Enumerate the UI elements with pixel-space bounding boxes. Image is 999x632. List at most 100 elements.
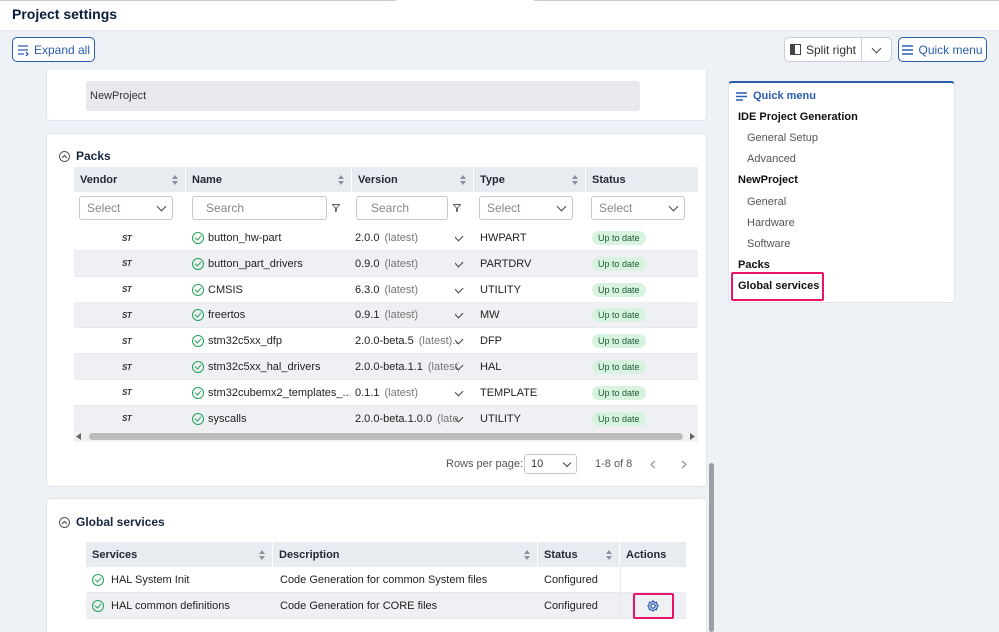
- check-circle-icon: [192, 386, 204, 399]
- pack-row[interactable]: ST stm32c5xx_dfp 2.0.0-beta.5 (latest)... DF…: [74, 328, 698, 355]
- pack-row[interactable]: ST CMSIS 6.3.0 (latest) UTILITY Up to date: [74, 277, 698, 303]
- version-dropdown[interactable]: [455, 354, 469, 380]
- packs-table-header: Vendor Name Version Type Status: [74, 167, 698, 192]
- version-dropdown[interactable]: [455, 302, 469, 328]
- col-vendor-label: Vendor: [80, 173, 118, 186]
- status-badge: Up to date: [592, 411, 646, 426]
- pagination-range: 1-8 of 8: [595, 458, 633, 470]
- col-description-label: Description: [279, 548, 340, 561]
- next-page-icon[interactable]: [681, 460, 687, 469]
- col-description[interactable]: Description: [273, 542, 538, 567]
- check-circle-icon: [192, 412, 204, 425]
- collapse-icon: [59, 150, 70, 162]
- prev-page-icon[interactable]: [650, 460, 656, 469]
- service-description: Code Generation for common System files: [280, 574, 488, 586]
- col-services[interactable]: Services: [86, 542, 273, 567]
- pack-name: freertos: [208, 309, 246, 322]
- version-dropdown[interactable]: [455, 251, 469, 277]
- status-filter-select[interactable]: Select: [591, 196, 685, 220]
- quick-menu-item[interactable]: Packs: [738, 259, 770, 271]
- pack-row[interactable]: STsyscalls2.0.0-beta.1.0.0(latest)...UTI…: [74, 405, 698, 432]
- chevron-down-icon: [455, 283, 464, 294]
- sort-icon: [460, 174, 467, 185]
- pack-row[interactable]: ST stm32c5xx_hal_drivers 2.0.0-beta.1.1 (la…: [74, 354, 698, 380]
- sort-icon: [172, 174, 179, 185]
- scroll-left-icon[interactable]: [76, 433, 81, 440]
- version-dropdown[interactable]: [455, 328, 469, 354]
- check-circle-icon: [92, 574, 104, 586]
- version-dropdown[interactable]: [455, 406, 469, 432]
- status-badge: Up to date: [592, 385, 646, 400]
- col-version[interactable]: Version: [352, 167, 474, 192]
- st-logo-icon: ST: [122, 336, 132, 346]
- vendor-filter-value: Select: [87, 201, 121, 215]
- pack-version: 0.9.0: [355, 257, 380, 270]
- version-dropdown[interactable]: [455, 277, 469, 303]
- pack-version: 2.0.0: [355, 232, 380, 244]
- col-vendor[interactable]: Vendor: [74, 167, 186, 192]
- service-row[interactable]: HAL common definitions Code Generation f…: [86, 593, 686, 619]
- split-right-button[interactable]: Split right: [784, 37, 862, 62]
- quick-menu-item[interactable]: IDE Project Generation: [738, 111, 858, 123]
- chevron-down-icon: [455, 334, 464, 345]
- rows-per-page-select[interactable]: 10: [524, 454, 577, 474]
- col-actions: Actions: [620, 542, 686, 567]
- expand-all-button[interactable]: Expand all: [12, 37, 95, 62]
- quick-menu-item[interactable]: Advanced: [747, 153, 796, 165]
- latest-tag: (latest): [384, 257, 419, 270]
- col-service-status-label: Status: [544, 548, 578, 561]
- status-badge: Up to date: [592, 334, 646, 349]
- quick-menu-item[interactable]: General: [747, 196, 786, 208]
- project-name-field[interactable]: NewProject: [86, 81, 640, 111]
- quick-menu-item[interactable]: Software: [747, 238, 790, 250]
- type-filter-select[interactable]: Select: [479, 196, 573, 220]
- pack-version: 6.3.0: [355, 283, 380, 296]
- col-version-label: Version: [358, 173, 398, 186]
- status-badge: Up to date: [592, 256, 646, 271]
- col-type-label: Type: [480, 173, 505, 186]
- filter-icon[interactable]: [453, 204, 461, 212]
- quick-menu-title[interactable]: Quick menu: [736, 90, 816, 102]
- collapse-icon: [59, 516, 70, 528]
- packs-header[interactable]: Packs: [59, 149, 111, 163]
- vendor-filter-select[interactable]: Select: [79, 196, 173, 220]
- horizontal-scrollbar-thumb[interactable]: [89, 433, 683, 440]
- status-badge: Up to date: [592, 308, 646, 323]
- quick-menu-item[interactable]: General Setup: [747, 132, 818, 144]
- quick-menu-item[interactable]: NewProject: [738, 174, 798, 186]
- vertical-scrollbar-thumb[interactable]: [709, 463, 714, 632]
- service-row[interactable]: HAL System Init Code Generation for comm…: [86, 567, 686, 593]
- pack-version: 2.0.0-beta.1.0.0: [355, 412, 433, 425]
- global-services-header[interactable]: Global services: [59, 515, 165, 529]
- scroll-right-icon[interactable]: [690, 433, 695, 440]
- col-type[interactable]: Type: [474, 167, 586, 192]
- col-status[interactable]: Status: [586, 167, 698, 192]
- name-filter-input[interactable]: Search: [192, 196, 327, 220]
- pack-row[interactable]: ST stm32cubemx2_templates_... 0.1.1 (latest…: [74, 380, 698, 406]
- st-logo-icon: ST: [122, 362, 132, 372]
- col-service-status[interactable]: Status: [538, 542, 620, 567]
- quick-menu-item[interactable]: Hardware: [747, 217, 795, 229]
- pack-version: 0.9.1: [355, 309, 380, 322]
- gear-icon[interactable]: [646, 599, 660, 613]
- col-actions-label: Actions: [626, 548, 667, 561]
- header-bar: Project settings: [0, 0, 999, 31]
- filter-icon[interactable]: [332, 204, 340, 212]
- pack-row[interactable]: ST button_part_drivers 0.9.0 (latest) PARTDR…: [74, 250, 698, 277]
- pack-row[interactable]: ST freertos 0.9.1 (latest) MW Up to date: [74, 302, 698, 329]
- version-filter-input[interactable]: Search: [356, 196, 448, 220]
- quick-menu-button[interactable]: Quick menu: [898, 37, 987, 62]
- latest-tag: (latest): [384, 309, 419, 322]
- services-table-header: Services Description Status Actions: [86, 542, 686, 567]
- col-services-label: Services: [92, 548, 138, 561]
- split-options-button[interactable]: [861, 37, 892, 62]
- version-dropdown[interactable]: [455, 225, 469, 251]
- col-name[interactable]: Name: [186, 167, 352, 192]
- pack-row[interactable]: ST button_hw-part 2.0.0 (latest) HWPART Up to…: [74, 225, 698, 251]
- pack-version: 2.0.0-beta.5: [355, 335, 414, 348]
- service-status: Configured: [544, 600, 598, 612]
- pack-name: button_part_drivers: [208, 257, 303, 270]
- version-dropdown[interactable]: [455, 380, 469, 406]
- pack-type: UTILITY: [480, 283, 521, 296]
- rows-per-page-label: Rows per page:: [446, 458, 524, 470]
